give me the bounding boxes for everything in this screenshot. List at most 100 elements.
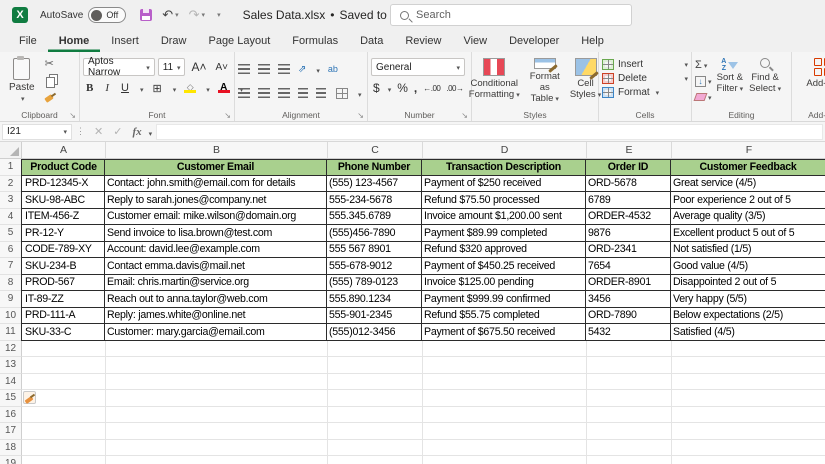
format-painter-icon[interactable] (45, 92, 56, 103)
cell-D7[interactable]: Payment of $450.25 received (422, 258, 586, 275)
cell-B6[interactable]: Account: david.lee@example.com (105, 242, 327, 259)
align-left-icon[interactable] (238, 88, 250, 98)
cell-B12[interactable] (106, 341, 328, 358)
row-header-6[interactable]: 6 (0, 242, 22, 259)
cell-B5[interactable]: Send invoice to lisa.brown@test.com (105, 225, 327, 242)
cell-A13[interactable] (22, 357, 106, 374)
cell-E18[interactable] (587, 440, 672, 457)
cell-E2[interactable]: ORD-5678 (586, 176, 671, 193)
tab-view[interactable]: View (452, 32, 498, 52)
cell-C15[interactable] (328, 390, 423, 407)
cell-D8[interactable]: Invoice $125.00 pending (422, 275, 586, 292)
cell-F1[interactable]: Customer Feedback (671, 159, 825, 176)
cell-B15[interactable] (106, 390, 328, 407)
cell-B14[interactable] (106, 374, 328, 391)
align-center-icon[interactable] (258, 88, 270, 98)
orientation-icon[interactable]: ⇗ (298, 64, 306, 75)
dialog-launcher-icon[interactable]: ↘ (461, 111, 468, 120)
cell-D6[interactable]: Refund $320 approved (422, 242, 586, 259)
cell-E3[interactable]: 6789 (586, 192, 671, 209)
search-input[interactable]: Search (390, 4, 632, 26)
cell-F10[interactable]: Below expectations (2/5) (671, 308, 825, 325)
cell-B10[interactable]: Reply: james.white@online.net (105, 308, 327, 325)
italic-button[interactable]: I (102, 82, 112, 94)
formula-input[interactable] (156, 124, 823, 140)
row-header-16[interactable]: 16 (0, 407, 22, 424)
cell-A16[interactable] (22, 407, 106, 424)
tab-draw[interactable]: Draw (150, 32, 198, 52)
sort-filter-button[interactable]: AZ Sort & Filter (716, 56, 745, 107)
paste-options-button[interactable] (23, 391, 36, 404)
cell-C16[interactable] (328, 407, 423, 424)
cell-C2[interactable]: (555) 123-4567 (327, 176, 422, 193)
row-header-19[interactable]: 19 (0, 456, 22, 464)
cell-C1[interactable]: Phone Number (327, 159, 422, 176)
cell-C8[interactable]: (555) 789-0123 (327, 275, 422, 292)
decrease-indent-icon[interactable] (298, 88, 308, 98)
row-header-14[interactable]: 14 (0, 374, 22, 391)
cell-C14[interactable] (328, 374, 423, 391)
cell-C11[interactable]: (555)012-3456 (327, 324, 422, 341)
cell-A10[interactable]: PRD-111-A (21, 308, 105, 325)
cell-C5[interactable]: (555)456-7890 (327, 225, 422, 242)
tab-file[interactable]: File (8, 32, 48, 52)
cell-E11[interactable]: 5432 (586, 324, 671, 341)
currency-format-button[interactable]: $ (373, 81, 380, 95)
column-header-E[interactable]: E (587, 142, 672, 158)
cell-C10[interactable]: 555-901-2345 (327, 308, 422, 325)
conditional-formatting-button[interactable]: Conditional Formatting (465, 56, 524, 107)
cell-F14[interactable] (672, 374, 825, 391)
cell-A11[interactable]: SKU-33-C (21, 324, 105, 341)
cell-F12[interactable] (672, 341, 825, 358)
paste-button[interactable]: Paste (3, 56, 41, 107)
cell-E8[interactable]: ORDER-8901 (586, 275, 671, 292)
cell-A12[interactable] (22, 341, 106, 358)
align-top-icon[interactable] (238, 64, 250, 74)
row-header-17[interactable]: 17 (0, 423, 22, 440)
cell-C3[interactable]: 555-234-5678 (327, 192, 422, 209)
cell-A18[interactable] (22, 440, 106, 457)
cell-F16[interactable] (672, 407, 825, 424)
cell-D16[interactable] (423, 407, 587, 424)
comma-style-button[interactable]: , (414, 81, 417, 95)
cell-D9[interactable]: Payment $999.99 confirmed (422, 291, 586, 308)
dialog-launcher-icon[interactable]: ↘ (224, 111, 231, 120)
cell-B13[interactable] (106, 357, 328, 374)
clear-button[interactable] (695, 91, 712, 103)
cell-A1[interactable]: Product Code (21, 159, 105, 176)
merge-center-icon[interactable] (336, 88, 348, 99)
cell-A8[interactable]: PROD-567 (21, 275, 105, 292)
autosum-button[interactable]: Σ (695, 59, 712, 71)
row-header-3[interactable]: 3 (0, 192, 22, 209)
customize-qat-button[interactable]: ▾ (215, 11, 221, 19)
increase-indent-icon[interactable] (316, 88, 326, 98)
row-header-9[interactable]: 9 (0, 291, 22, 308)
cell-D10[interactable]: Refund $55.75 completed (422, 308, 586, 325)
borders-button[interactable]: ⊞ (149, 82, 164, 95)
cell-A19[interactable] (22, 456, 106, 464)
row-header-15[interactable]: 15 (0, 390, 22, 407)
cell-C17[interactable] (328, 423, 423, 440)
row-header-10[interactable]: 10 (0, 308, 22, 325)
cell-C19[interactable] (328, 456, 423, 464)
wrap-text-icon[interactable]: ab (328, 64, 338, 74)
cell-E5[interactable]: 9876 (586, 225, 671, 242)
cell-C6[interactable]: 555 567 8901 (327, 242, 422, 259)
align-bottom-icon[interactable] (278, 64, 290, 74)
align-middle-icon[interactable] (258, 64, 270, 74)
cell-F17[interactable] (672, 423, 825, 440)
delete-cells-button[interactable]: Delete (602, 73, 688, 84)
cancel-icon[interactable]: ✕ (89, 125, 108, 138)
cell-D11[interactable]: Payment of $675.50 received (422, 324, 586, 341)
cell-F18[interactable] (672, 440, 825, 457)
font-size-select[interactable]: 11 (158, 58, 186, 76)
cell-D18[interactable] (423, 440, 587, 457)
tab-home[interactable]: Home (48, 32, 101, 52)
namebox-resize-handle[interactable]: ⋮ (72, 126, 89, 137)
decrease-decimal-button[interactable]: .00→ (446, 84, 463, 93)
cell-F8[interactable]: Disappointed 2 out of 5 (671, 275, 825, 292)
cell-B7[interactable]: Contact emma.davis@mail.net (105, 258, 327, 275)
save-button[interactable] (140, 9, 152, 21)
column-header-F[interactable]: F (672, 142, 825, 158)
row-header-7[interactable]: 7 (0, 258, 22, 275)
